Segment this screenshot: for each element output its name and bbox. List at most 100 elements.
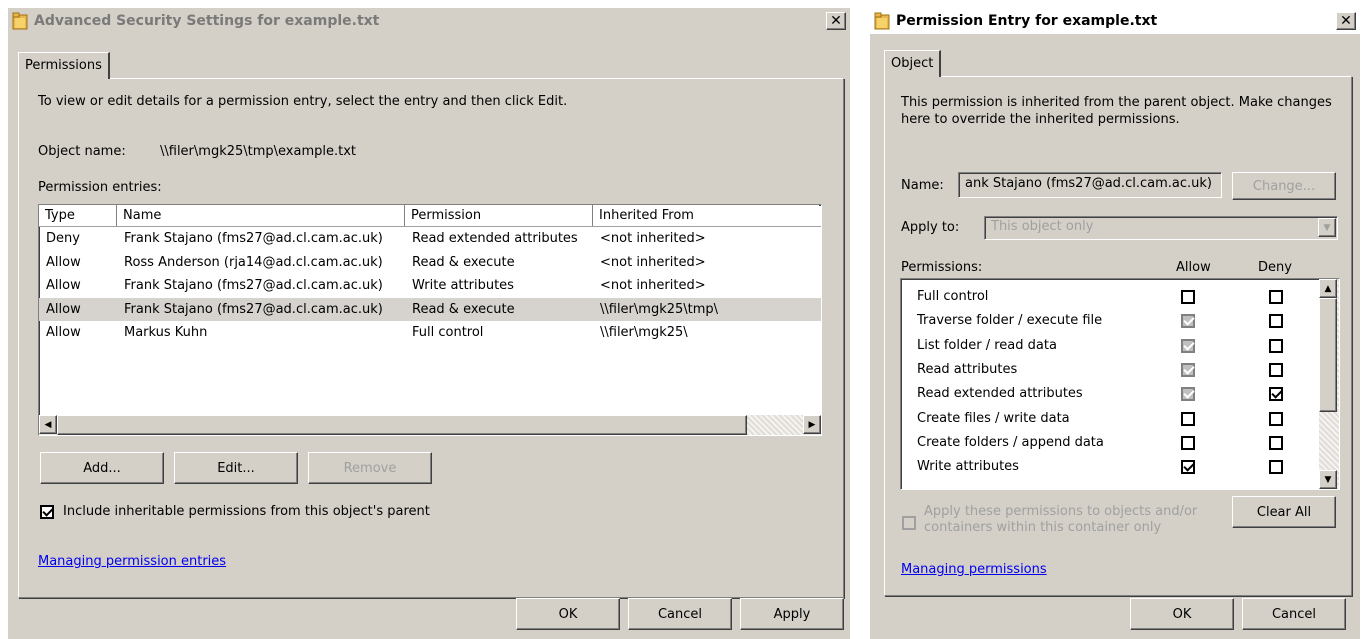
table-row[interactable]: Deny Frank Stajano (fms27@ad.cl.cam.ac.u…: [39, 227, 821, 251]
scroll-track[interactable]: [747, 415, 803, 435]
remove-button[interactable]: Remove: [308, 452, 432, 484]
object-name-label: Object name:: [38, 144, 126, 159]
cell-type: Allow: [46, 325, 81, 340]
tab-permissions[interactable]: Permissions: [18, 52, 110, 79]
apply-children-label: Apply these permissions to objects and/o…: [924, 504, 1198, 535]
include-inheritable-checkbox[interactable]: [40, 505, 54, 519]
allow-checkbox[interactable]: [1181, 435, 1195, 450]
permission-entries-list[interactable]: Type Name Permission Inherited From Deny…: [38, 204, 822, 436]
cell-name: Frank Stajano (fms27@ad.cl.cam.ac.uk): [124, 301, 383, 317]
cell-type: Allow: [46, 301, 81, 317]
cell-inherited: <not inherited>: [600, 231, 706, 246]
cell-type: Deny: [46, 231, 80, 246]
scroll-thumb[interactable]: [57, 415, 747, 435]
cell-inherited: \\filer\mgk25\tmp\: [600, 301, 719, 317]
permissions-label: Permissions:: [901, 260, 983, 275]
allow-checkbox[interactable]: [1181, 290, 1195, 304]
scroll-down-button[interactable]: ▼: [1319, 470, 1337, 489]
object-name-value: \\filer\mgk25\tmp\example.txt: [160, 144, 357, 159]
table-row[interactable]: Allow Frank Stajano (fms27@ad.cl.cam.ac.…: [39, 274, 821, 298]
deny-checkbox[interactable]: [1269, 290, 1283, 304]
cell-permission: Read & execute: [412, 254, 515, 270]
table-row[interactable]: Allow Ross Anderson (rja14@ad.cl.cam.ac.…: [39, 251, 821, 275]
name-label: Name:: [901, 178, 944, 193]
right-dialog-title: Permission Entry for example.txt: [896, 13, 1158, 29]
allow-checkbox[interactable]: [1181, 338, 1195, 353]
table-row[interactable]: Allow Markus Kuhn Full control \\filer\m…: [39, 321, 821, 345]
left-close-button[interactable]: ✕: [826, 12, 846, 30]
permission-label: Read attributes: [917, 361, 1018, 377]
ok-button[interactable]: OK: [1130, 598, 1234, 630]
permission-row: Write attributes: [901, 455, 1311, 479]
cancel-button[interactable]: Cancel: [628, 598, 732, 630]
cell-inherited: <not inherited>: [600, 254, 706, 270]
permission-row: Full control: [901, 285, 1311, 309]
permission-entry-dialog: Permission Entry for example.txt ✕ Objec…: [870, 8, 1360, 639]
permission-label: Read extended attributes: [917, 386, 1083, 402]
clear-all-button[interactable]: Clear All: [1232, 496, 1336, 528]
permission-label: Write attributes: [917, 459, 1019, 475]
permission-label: List folder / read data: [917, 337, 1057, 353]
allow-checkbox[interactable]: [1181, 411, 1195, 426]
permissions-list[interactable]: Full control Traverse folder / execute fi…: [900, 278, 1340, 490]
cell-inherited: <not inherited>: [600, 278, 706, 293]
cell-permission: Read & execute: [412, 301, 515, 317]
cell-name: Ross Anderson (rja14@ad.cl.cam.ac.uk): [124, 254, 383, 270]
managing-permission-entries-link[interactable]: Managing permission entries: [38, 554, 226, 569]
deny-checkbox[interactable]: [1269, 362, 1283, 377]
scroll-left-button[interactable]: ◀: [39, 415, 57, 434]
cell-type: Allow: [46, 254, 81, 270]
scroll-right-button[interactable]: ▶: [803, 415, 821, 434]
cell-permission: Read extended attributes: [412, 231, 578, 246]
allow-checkbox[interactable]: [1181, 387, 1195, 402]
deny-column-label: Deny: [1258, 260, 1292, 275]
permission-row: Read attributes: [901, 358, 1311, 382]
folder-icon: [874, 12, 890, 30]
horizontal-scrollbar[interactable]: ◀ ▶: [39, 415, 821, 435]
permission-entries-label: Permission entries:: [38, 180, 162, 195]
apply-button[interactable]: Apply: [740, 598, 844, 630]
left-dialog-title: Advanced Security Settings for example.t…: [34, 13, 380, 29]
cell-name: Markus Kuhn: [124, 325, 208, 340]
permission-row: Create files / write data: [901, 407, 1311, 431]
change-button[interactable]: Change...: [1232, 172, 1336, 200]
vertical-scrollbar[interactable]: ▲ ▼: [1319, 279, 1339, 489]
scroll-thumb[interactable]: [1319, 298, 1337, 412]
include-inheritable-label[interactable]: Include inheritable permissions from thi…: [63, 504, 430, 519]
add-button[interactable]: Add...: [40, 452, 164, 484]
deny-checkbox[interactable]: [1269, 411, 1283, 426]
cell-permission: Full control: [412, 325, 484, 340]
column-header-inherited-from[interactable]: Inherited From: [593, 205, 819, 226]
cell-type: Allow: [46, 278, 81, 293]
table-row-selected[interactable]: Allow Frank Stajano (fms27@ad.cl.cam.ac.…: [39, 297, 821, 321]
deny-checkbox[interactable]: [1269, 338, 1283, 353]
allow-checkbox[interactable]: [1181, 460, 1195, 475]
cell-permission: Write attributes: [412, 278, 514, 293]
apply-to-dropdown[interactable]: This object only ▼: [984, 216, 1338, 240]
cancel-button[interactable]: Cancel: [1242, 598, 1346, 630]
folder-icon: [12, 12, 28, 30]
deny-checkbox[interactable]: [1269, 460, 1283, 475]
permission-label: Create folders / append data: [917, 434, 1104, 450]
managing-permissions-link[interactable]: Managing permissions: [901, 562, 1047, 577]
scroll-up-button[interactable]: ▲: [1319, 279, 1337, 298]
allow-checkbox[interactable]: [1181, 362, 1195, 377]
name-field[interactable]: ank Stajano (fms27@ad.cl.cam.ac.uk): [958, 172, 1222, 198]
advanced-security-dialog: Advanced Security Settings for example.t…: [8, 8, 850, 639]
tab-object[interactable]: Object: [884, 50, 942, 77]
deny-checkbox[interactable]: [1269, 435, 1283, 450]
column-header-permission[interactable]: Permission: [405, 205, 593, 226]
permission-label: Create files / write data: [917, 410, 1070, 426]
deny-checkbox[interactable]: [1269, 387, 1283, 402]
edit-button[interactable]: Edit...: [174, 452, 298, 484]
ok-button[interactable]: OK: [516, 598, 620, 630]
deny-checkbox[interactable]: [1269, 314, 1283, 329]
column-header-name[interactable]: Name: [117, 205, 405, 226]
permission-row: Traverse folder / execute file: [901, 309, 1311, 333]
column-header-type[interactable]: Type: [39, 205, 117, 226]
right-close-button[interactable]: ✕: [1336, 12, 1356, 30]
allow-checkbox[interactable]: [1181, 314, 1195, 329]
apply-children-checkbox[interactable]: [902, 516, 916, 530]
chevron-down-icon[interactable]: ▼: [1318, 218, 1336, 237]
inherited-info-text: This permission is inherited from the pa…: [901, 95, 1332, 127]
